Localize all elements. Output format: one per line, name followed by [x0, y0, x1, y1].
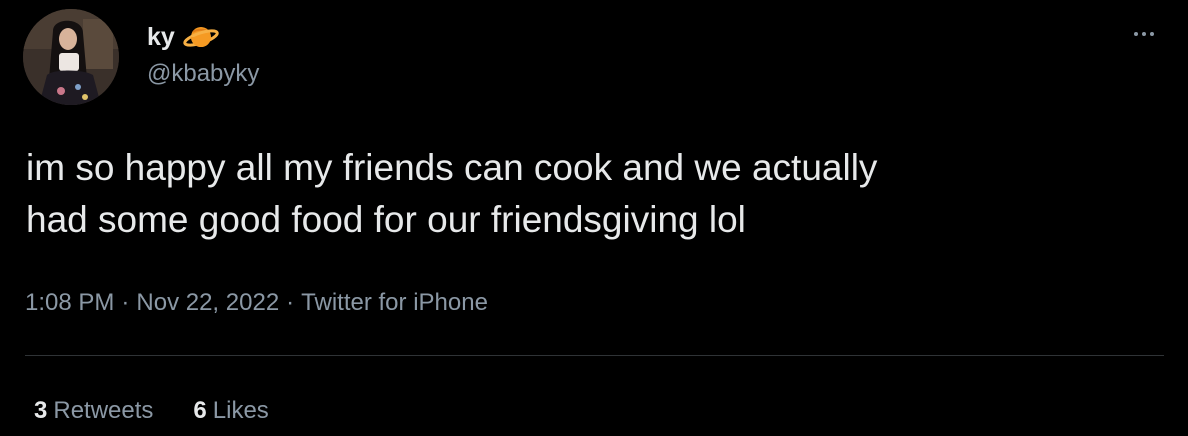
display-name-row: ky [147, 19, 220, 55]
likes-stat[interactable]: 6 Likes [193, 393, 268, 429]
retweets-stat[interactable]: 3 Retweets [34, 393, 153, 429]
ringed-planet-icon [182, 23, 220, 51]
more-dots-icon [1134, 32, 1138, 36]
more-options-button[interactable] [1124, 22, 1164, 46]
more-dots-icon [1150, 32, 1154, 36]
tweet-time[interactable]: 1:08 PM [25, 289, 114, 316]
meta-separator: · [121, 289, 130, 316]
meta-separator: · [286, 289, 295, 316]
user-handle[interactable]: @kbabyky [147, 60, 259, 89]
tweet-stats: 3 Retweets 6 Likes [34, 393, 269, 429]
tweet-date[interactable]: Nov 22, 2022 [136, 289, 279, 316]
tweet-source[interactable]: Twitter for iPhone [301, 289, 488, 316]
retweets-count: 3 [34, 397, 48, 424]
likes-label: Likes [212, 397, 269, 424]
tweet-text: im so happy all my friends can cook and … [26, 147, 878, 240]
retweets-label: Retweets [53, 397, 154, 424]
tweet-meta: 1:08 PM · Nov 22, 2022 · Twitter for iPhone [25, 285, 488, 321]
divider [25, 355, 1164, 356]
display-name[interactable]: ky [147, 24, 175, 50]
avatar[interactable] [23, 9, 119, 105]
likes-count: 6 [193, 397, 207, 424]
more-dots-icon [1142, 32, 1146, 36]
